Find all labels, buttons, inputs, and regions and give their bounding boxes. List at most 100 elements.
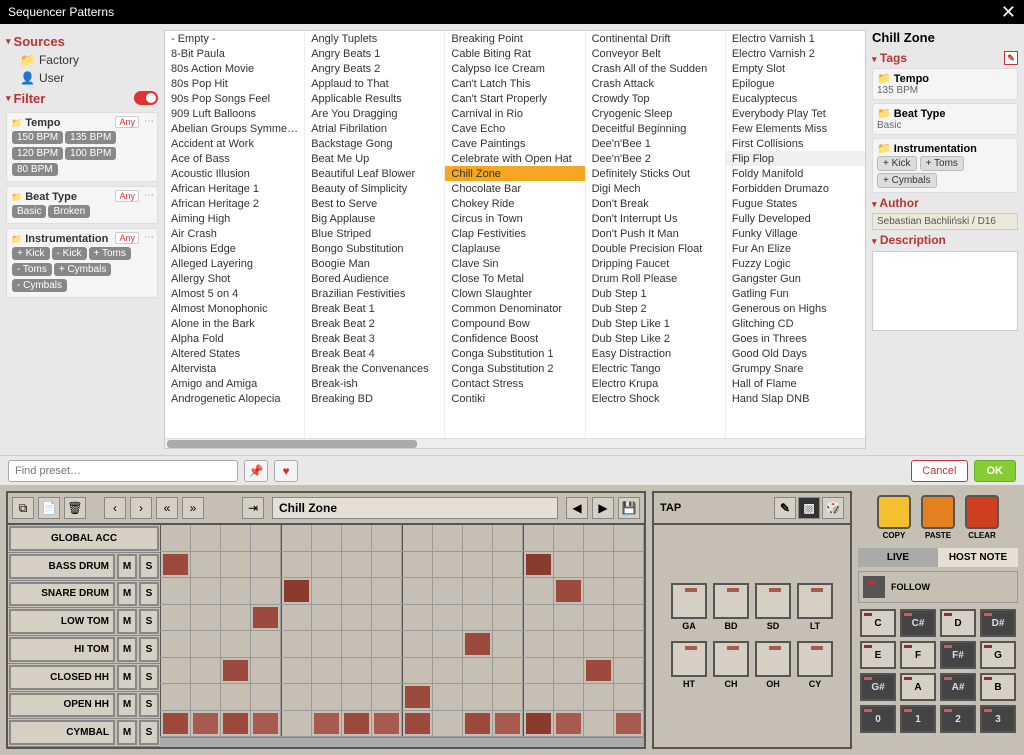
preset-item[interactable]: Good Old Days (726, 346, 865, 361)
tab-host-note[interactable]: HOST NOTE (938, 548, 1018, 567)
solo-button[interactable]: S (139, 665, 159, 690)
any-badge[interactable]: Any (115, 190, 139, 202)
preset-item[interactable]: Cable Biting Rat (445, 46, 584, 61)
step-cell[interactable] (191, 525, 221, 551)
step-cell[interactable] (281, 605, 312, 631)
preset-item[interactable]: Glitching CD (726, 316, 865, 331)
preset-item[interactable]: Electric Tango (586, 361, 725, 376)
note-2[interactable]: 2 (940, 705, 976, 733)
preset-item[interactable]: Atrial Fibrilation (305, 121, 444, 136)
step-cell[interactable] (463, 525, 493, 551)
step-cell[interactable] (191, 631, 221, 657)
preset-item[interactable]: African Heritage 2 (165, 196, 304, 211)
preset-item[interactable]: Claplause (445, 241, 584, 256)
preset-item[interactable]: Altered States (165, 346, 304, 361)
save-icon[interactable]: 💾 (618, 497, 640, 519)
preset-item[interactable]: Can't Start Properly (445, 91, 584, 106)
preset-item[interactable]: African Heritage 1 (165, 181, 304, 196)
step-cell[interactable] (523, 605, 554, 631)
step-cell[interactable] (554, 684, 584, 710)
step-cell[interactable] (251, 711, 281, 737)
preset-item[interactable]: Angly Tuplets (305, 31, 444, 46)
preset-item[interactable]: Allergy Shot (165, 271, 304, 286)
filter-chip[interactable]: Basic (12, 205, 46, 218)
step-cell[interactable] (523, 711, 554, 737)
step-cell[interactable] (372, 684, 402, 710)
step-cell[interactable] (554, 525, 584, 551)
note-3[interactable]: 3 (980, 705, 1016, 733)
step-cell[interactable] (554, 711, 584, 737)
preset-item[interactable]: Ace of Bass (165, 151, 304, 166)
preset-item[interactable]: Foldy Manifold (726, 166, 865, 181)
preset-item[interactable]: Dub Step 1 (586, 286, 725, 301)
pad-ga[interactable] (671, 583, 707, 619)
solo-button[interactable]: S (139, 582, 159, 607)
preset-item[interactable]: Dee'n'Bee 1 (586, 136, 725, 151)
filter-toggle[interactable] (134, 91, 158, 105)
preset-item[interactable]: Conga Substitution 1 (445, 346, 584, 361)
close-icon[interactable]: ✕ (1001, 2, 1016, 23)
step-cell[interactable] (221, 684, 251, 710)
preset-item[interactable]: 8-Bit Paula (165, 46, 304, 61)
step-cell[interactable] (463, 711, 493, 737)
step-cell[interactable] (191, 711, 221, 737)
preset-item[interactable]: Blue Striped (305, 226, 444, 241)
preset-item[interactable]: Celebrate with Open Hat (445, 151, 584, 166)
grid-scrollbar[interactable] (160, 737, 644, 747)
mute-button[interactable]: M (117, 582, 137, 607)
preset-item[interactable]: Hall of Flame (726, 376, 865, 391)
step-cell[interactable] (402, 658, 433, 684)
pad-lt[interactable] (797, 583, 833, 619)
paste-icon[interactable]: 📄 (38, 497, 60, 519)
preset-item[interactable]: Dripping Faucet (586, 256, 725, 271)
copy-icon[interactable]: ⧉ (12, 497, 34, 519)
step-cell[interactable] (433, 552, 463, 578)
step-cell[interactable] (463, 658, 493, 684)
step-cell[interactable] (493, 552, 523, 578)
step-cell[interactable] (312, 525, 342, 551)
preset-item[interactable]: Chokey Ride (445, 196, 584, 211)
step-cell[interactable] (493, 631, 523, 657)
step-cell[interactable] (160, 631, 191, 657)
step-cell[interactable] (614, 578, 644, 604)
solo-button[interactable]: S (139, 693, 159, 718)
preset-item[interactable]: Conga Substitution 2 (445, 361, 584, 376)
step-cell[interactable] (433, 578, 463, 604)
preset-item[interactable]: Accident at Work (165, 136, 304, 151)
preset-item[interactable]: Beautiful Leaf Blower (305, 166, 444, 181)
preset-item[interactable]: 80s Pop Hit (165, 76, 304, 91)
step-cell[interactable] (342, 525, 372, 551)
preset-item[interactable]: Epilogue (726, 76, 865, 91)
preset-item[interactable]: Crowdy Top (586, 91, 725, 106)
filter-chip[interactable]: 80 BPM (12, 163, 58, 176)
step-cell[interactable] (584, 552, 614, 578)
preset-item[interactable]: Androgenetic Alopecia (165, 391, 304, 406)
preset-item[interactable]: Break Beat 1 (305, 301, 444, 316)
step-cell[interactable] (160, 684, 191, 710)
dice-icon[interactable]: 🎲 (822, 497, 844, 519)
tab-live[interactable]: LIVE (858, 548, 938, 567)
step-cell[interactable] (614, 684, 644, 710)
note-0[interactable]: 0 (860, 705, 896, 733)
step-cell[interactable] (221, 578, 251, 604)
step-cell[interactable] (402, 711, 433, 737)
step-cell[interactable] (342, 605, 372, 631)
step-cell[interactable] (402, 631, 433, 657)
preset-item[interactable]: Carnival in Rio (445, 106, 584, 121)
preset-item[interactable]: Digi Mech (586, 181, 725, 196)
step-cell[interactable] (433, 711, 463, 737)
preset-item[interactable]: Dub Step Like 1 (586, 316, 725, 331)
preset-item[interactable]: Boogie Man (305, 256, 444, 271)
preset-item[interactable]: Dub Step 2 (586, 301, 725, 316)
cancel-button[interactable]: Cancel (911, 460, 967, 482)
note-d#[interactable]: D# (980, 609, 1016, 637)
preset-item[interactable]: Dub Step Like 2 (586, 331, 725, 346)
preset-item[interactable]: Brazilian Festivities (305, 286, 444, 301)
note-b[interactable]: B (980, 673, 1016, 701)
step-cell[interactable] (433, 525, 463, 551)
step-cell[interactable] (463, 552, 493, 578)
step-cell[interactable] (221, 525, 251, 551)
step-cell[interactable] (584, 684, 614, 710)
step-cell[interactable] (614, 631, 644, 657)
step-cell[interactable] (312, 631, 342, 657)
